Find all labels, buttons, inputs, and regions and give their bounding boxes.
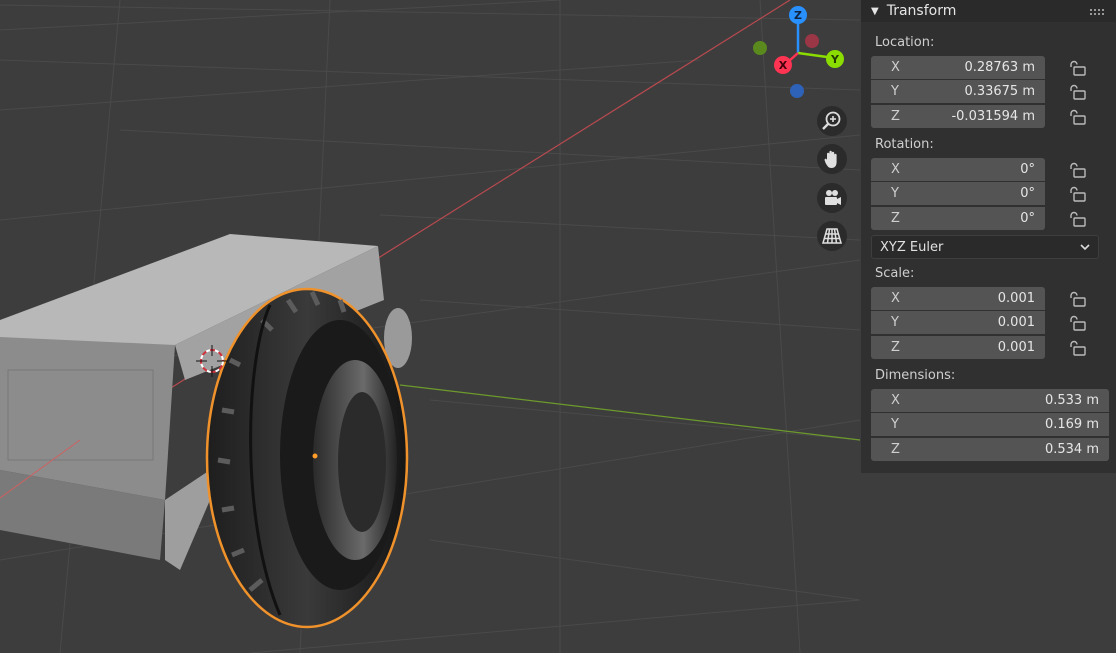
lock-scale-y-icon[interactable] xyxy=(1068,315,1086,331)
location-x-field[interactable]: X 0.28763 m xyxy=(871,56,1045,79)
rotation-mode-select[interactable]: XYZ Euler xyxy=(871,235,1099,259)
location-label: Location: xyxy=(875,35,935,50)
dimensions-x-field[interactable]: X 0.533 m xyxy=(871,389,1109,412)
gizmo-z-label: Z xyxy=(794,9,802,22)
location-y-field[interactable]: Y 0.33675 m xyxy=(871,80,1045,103)
dimensions-label: Dimensions: xyxy=(875,368,956,383)
pan-button[interactable] xyxy=(817,144,847,174)
selected-tire xyxy=(205,287,409,629)
camera-view-button[interactable] xyxy=(817,183,847,213)
scale-label: Scale: xyxy=(875,266,915,281)
chevron-down-icon xyxy=(1080,240,1090,255)
scale-z-field[interactable]: Z 0.001 xyxy=(871,336,1045,359)
object-origin xyxy=(312,453,318,459)
perspective-toggle-button[interactable] xyxy=(817,221,847,251)
rotation-z-field[interactable]: Z 0° xyxy=(871,207,1045,230)
lock-scale-x-icon[interactable] xyxy=(1068,291,1086,307)
zoom-icon xyxy=(822,111,841,130)
scale-x-field[interactable]: X 0.001 xyxy=(871,287,1045,310)
camera-icon xyxy=(825,190,841,205)
lock-rotation-x-icon[interactable] xyxy=(1068,162,1086,178)
rotation-y-field[interactable]: Y 0° xyxy=(871,182,1045,205)
lock-scale-z-icon[interactable] xyxy=(1068,340,1086,356)
lock-location-y-icon[interactable] xyxy=(1068,84,1086,100)
rotation-label: Rotation: xyxy=(875,137,934,152)
lock-location-z-icon[interactable] xyxy=(1068,109,1086,125)
transform-panel: ▼ Transform Location: X 0.28763 m Y 0.3367… xyxy=(861,0,1116,473)
rotation-x-field[interactable]: X 0° xyxy=(871,158,1045,181)
dimensions-z-field[interactable]: Z 0.534 m xyxy=(871,438,1109,461)
lock-rotation-z-icon[interactable] xyxy=(1068,211,1086,227)
zoom-button[interactable] xyxy=(817,106,847,136)
drag-grip-icon[interactable] xyxy=(1090,5,1104,21)
scale-y-field[interactable]: Y 0.001 xyxy=(871,311,1045,334)
location-z-field[interactable]: Z -0.031594 m xyxy=(871,105,1045,128)
lock-rotation-y-icon[interactable] xyxy=(1068,186,1086,202)
panel-title: Transform xyxy=(886,3,957,19)
gizmo-y-label: Y xyxy=(830,53,840,66)
panel-header[interactable]: ▼ Transform xyxy=(861,0,1116,22)
lock-location-x-icon[interactable] xyxy=(1068,60,1086,76)
collapse-triangle-icon[interactable]: ▼ xyxy=(871,6,879,17)
dimensions-y-field[interactable]: Y 0.169 m xyxy=(871,413,1109,436)
hand-pan-icon xyxy=(824,150,837,168)
gizmo-x-label: X xyxy=(779,59,788,72)
grid-perspective-icon xyxy=(822,228,842,244)
